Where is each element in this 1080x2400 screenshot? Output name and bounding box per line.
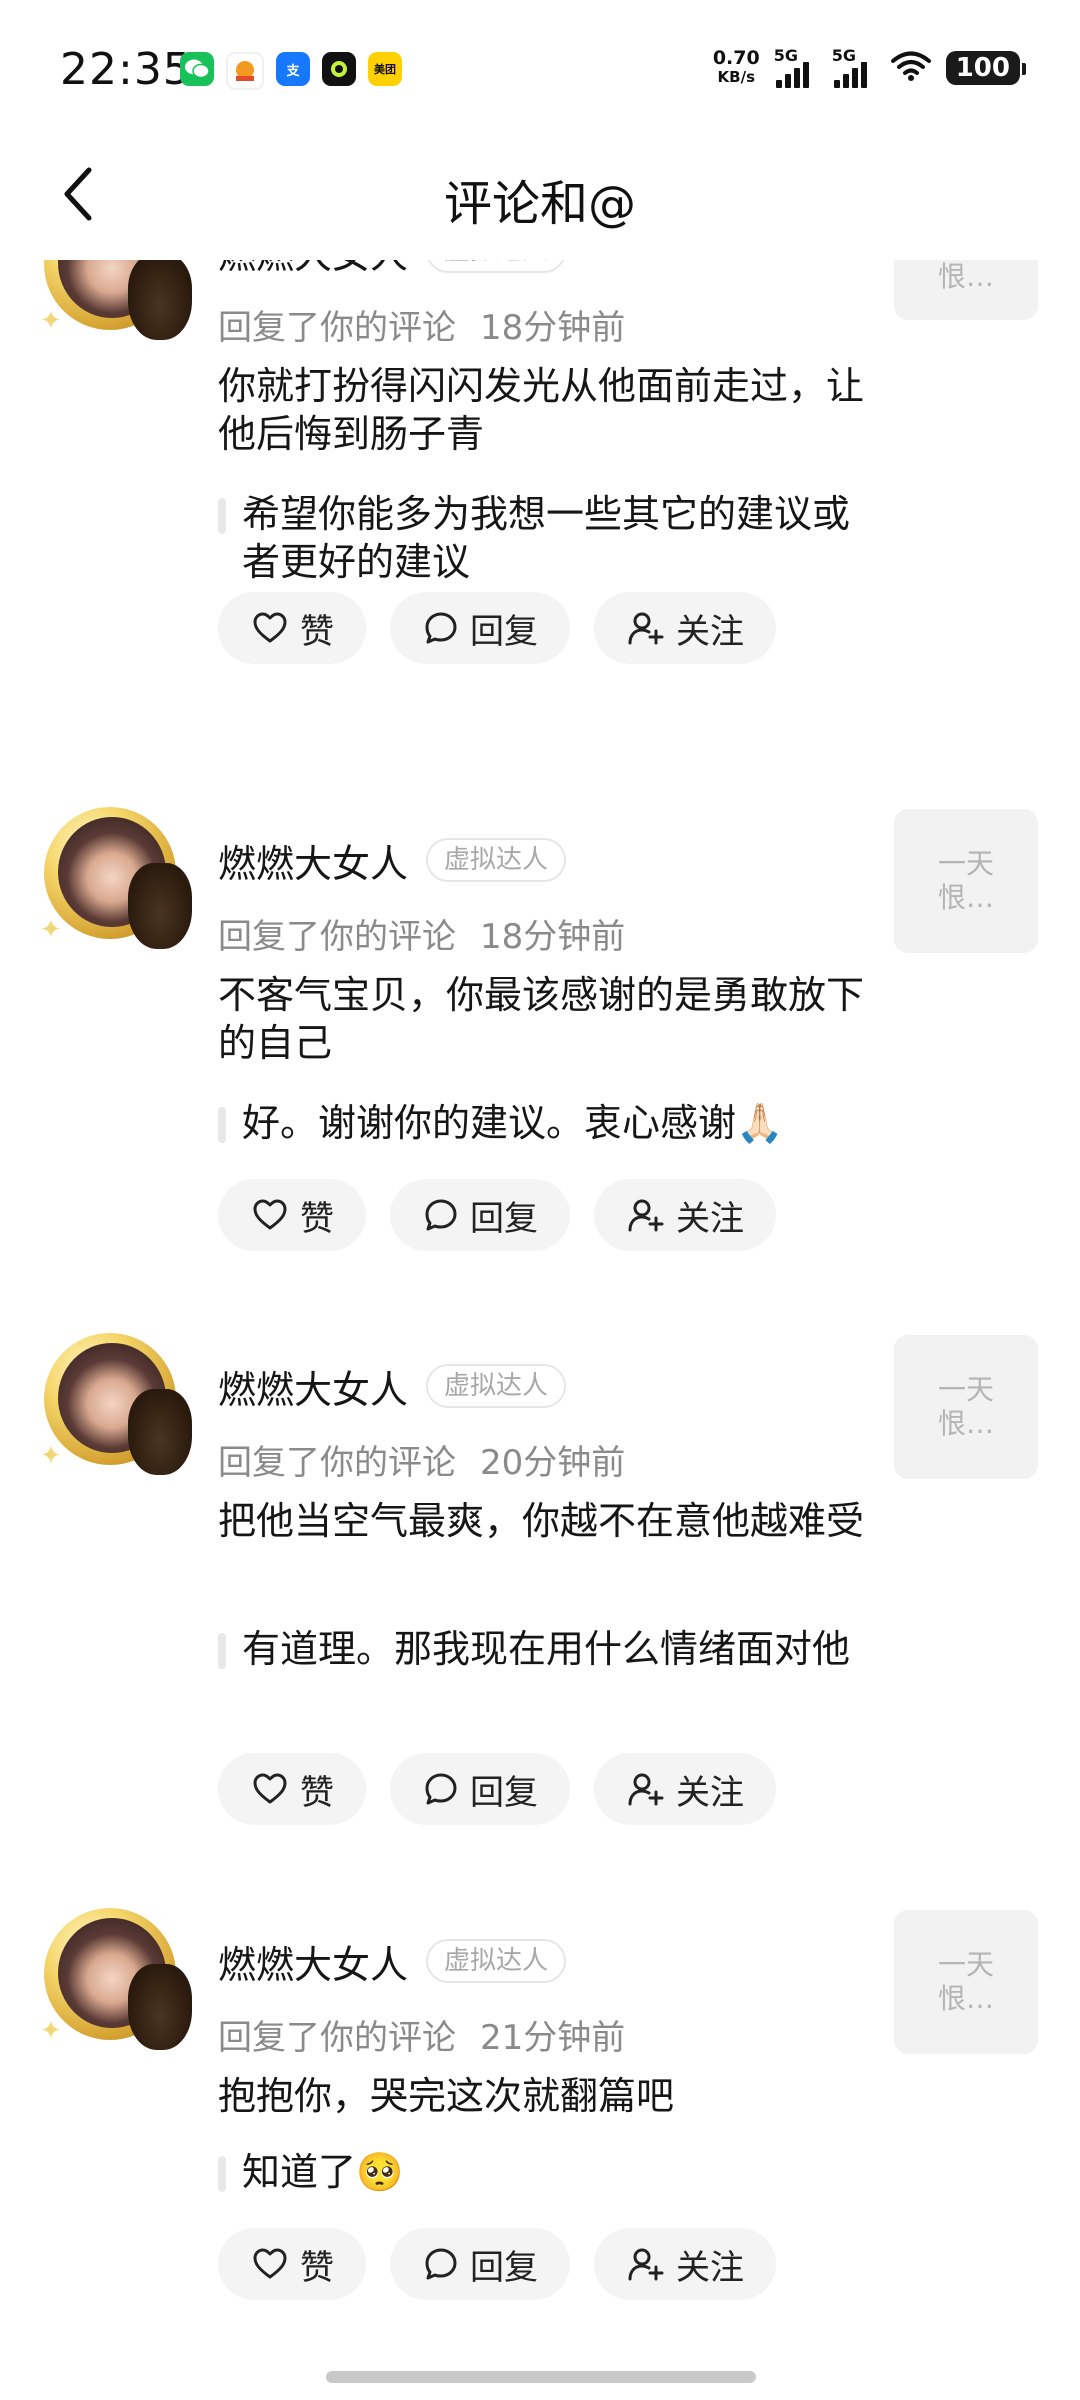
follow-button[interactable]: 关注 bbox=[594, 592, 776, 664]
comment-bubble-icon bbox=[425, 1773, 457, 1805]
user-name[interactable]: 燃燃大女人 bbox=[218, 833, 408, 888]
signal-icon: 5G bbox=[832, 46, 876, 90]
comment-meta: 回复了你的评论 20分钟前 bbox=[218, 1443, 626, 1483]
comment-meta: 回复了你的评论 21分钟前 bbox=[218, 2018, 626, 2058]
follow-button[interactable]: 关注 bbox=[594, 1179, 776, 1251]
network-speed: 0.70 KB/s bbox=[712, 47, 760, 87]
video-thumbnail[interactable]: 一天恨… bbox=[894, 809, 1038, 953]
wifi-icon bbox=[890, 50, 932, 86]
quoted-comment[interactable]: 有道理。那我现在用什么情绪面对他 bbox=[218, 1625, 878, 1673]
page-title: 评论和@ bbox=[443, 176, 636, 232]
status-right: 0.70 KB/s 5G 5G 100 bbox=[712, 46, 1027, 90]
video-thumbnail[interactable]: 一天恨… bbox=[894, 260, 1038, 320]
wechat-icon bbox=[180, 52, 214, 86]
comment-actions: 赞 回复 关注 bbox=[218, 1179, 776, 1251]
comment-meta: 回复了你的评论 18分钟前 bbox=[218, 308, 626, 348]
comment-meta: 回复了你的评论 18分钟前 bbox=[218, 917, 626, 957]
like-button[interactable]: 赞 bbox=[218, 1753, 366, 1825]
status-time: 22:35 bbox=[60, 44, 192, 95]
status-bar: 22:35 支 美团 0.70 KB/s 5G 5G 100 bbox=[0, 0, 1080, 140]
home-indicator[interactable] bbox=[326, 2371, 756, 2383]
comment-list[interactable]: ✦ 燃燃大女人 虚拟达人 回复了你的评论18分钟前 你就打扮得闪闪发光从他面前走… bbox=[0, 260, 1080, 2300]
avatar[interactable]: ✦ bbox=[40, 1904, 192, 2054]
heart-icon bbox=[253, 1773, 287, 1804]
quoted-comment[interactable]: 好。谢谢你的建议。衷心感谢🙏🏻 bbox=[218, 1099, 878, 1147]
user-name[interactable]: 燃燃大女人 bbox=[218, 1934, 408, 1989]
comments-screen: 22:35 支 美团 0.70 KB/s 5G 5G 100 评论和@ ✦ 回复… bbox=[0, 0, 1080, 2400]
add-user-icon bbox=[628, 612, 664, 645]
app-icon bbox=[322, 52, 356, 86]
meituan-icon: 美团 bbox=[368, 52, 402, 86]
user-name[interactable]: 燃燃大女人 bbox=[218, 260, 408, 279]
avatar[interactable]: ✦ bbox=[40, 1329, 192, 1479]
user-name[interactable]: 燃燃大女人 bbox=[218, 1359, 408, 1414]
reply-button[interactable]: 回复 bbox=[390, 2228, 570, 2300]
avatar[interactable]: ✦ bbox=[40, 803, 192, 953]
signal-icon: 5G bbox=[774, 46, 818, 90]
alipay-icon: 支 bbox=[276, 52, 310, 86]
video-thumbnail[interactable]: 一天恨… bbox=[894, 1335, 1038, 1479]
app-icon bbox=[226, 52, 264, 90]
add-user-icon bbox=[628, 2248, 664, 2281]
follow-button[interactable]: 关注 bbox=[594, 2228, 776, 2300]
reply-button[interactable]: 回复 bbox=[390, 1179, 570, 1251]
comment-text[interactable]: 把他当空气最爽，你越不在意他越难受 bbox=[218, 1497, 898, 1545]
like-button[interactable]: 赞 bbox=[218, 2228, 366, 2300]
quoted-comment[interactable]: 希望你能多为我想一些其它的建议或者更好的建议 bbox=[218, 490, 878, 586]
comment-actions: 赞 回复 关注 bbox=[218, 592, 776, 664]
avatar[interactable]: ✦ bbox=[40, 260, 192, 344]
nav-bar: 评论和@ bbox=[0, 150, 1080, 240]
heart-icon bbox=[253, 1199, 287, 1230]
status-badge: 虚拟达人 bbox=[426, 260, 567, 273]
comment-text[interactable]: 你就打扮得闪闪发光从他面前走过，让他后悔到肠子青 bbox=[218, 362, 898, 458]
status-badge: 虚拟达人 bbox=[426, 1939, 567, 1983]
comment-actions: 赞 回复 关注 bbox=[218, 2228, 776, 2300]
heart-icon bbox=[253, 612, 287, 643]
heart-icon bbox=[253, 2248, 287, 2279]
add-user-icon bbox=[628, 1199, 664, 1232]
comment-bubble-icon bbox=[425, 2248, 457, 2280]
like-button[interactable]: 赞 bbox=[218, 592, 366, 664]
reply-button[interactable]: 回复 bbox=[390, 592, 570, 664]
comment-actions: 赞 回复 关注 bbox=[218, 1753, 776, 1825]
like-button[interactable]: 赞 bbox=[218, 1179, 366, 1251]
comment-bubble-icon bbox=[425, 1199, 457, 1231]
status-badge: 虚拟达人 bbox=[426, 838, 567, 882]
quoted-comment[interactable]: 知道了🥺 bbox=[218, 2148, 878, 2196]
video-thumbnail[interactable]: 一天恨… bbox=[894, 1910, 1038, 2054]
comment-text[interactable]: 不客气宝贝，你最该感谢的是勇敢放下的自己 bbox=[218, 971, 898, 1067]
reply-button[interactable]: 回复 bbox=[390, 1753, 570, 1825]
status-badge: 虚拟达人 bbox=[426, 1364, 567, 1408]
notification-icons: 支 美团 bbox=[180, 52, 402, 90]
comment-text[interactable]: 抱抱你，哭完这次就翻篇吧 bbox=[218, 2072, 898, 2120]
comment-bubble-icon bbox=[425, 612, 457, 644]
battery-indicator: 100 bbox=[945, 51, 1027, 85]
add-user-icon bbox=[628, 1773, 664, 1806]
follow-button[interactable]: 关注 bbox=[594, 1753, 776, 1825]
